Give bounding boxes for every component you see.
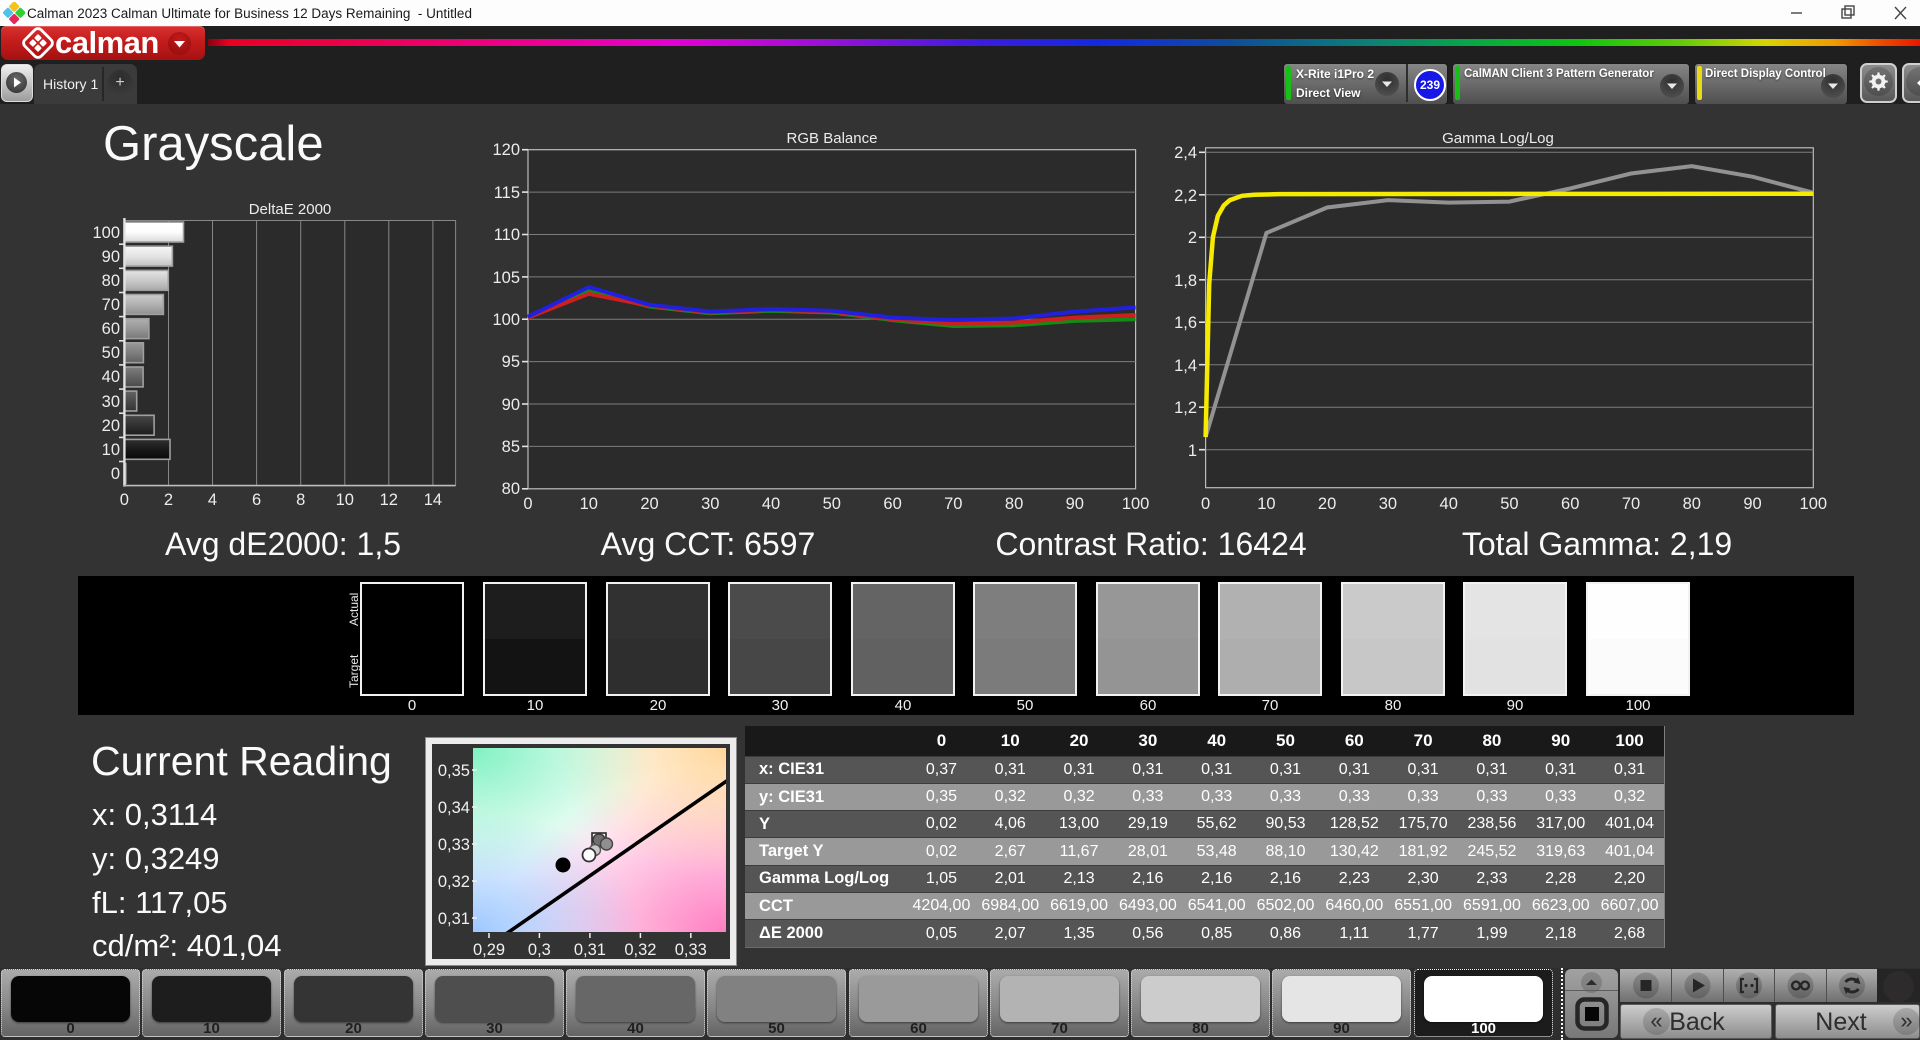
- svg-text:80: 80: [1683, 495, 1701, 513]
- svg-text:10: 10: [1257, 495, 1275, 513]
- svg-text:70: 70: [102, 296, 120, 314]
- svg-text:30: 30: [701, 495, 719, 513]
- svg-text:80: 80: [502, 480, 520, 498]
- svg-text:DeltaE 2000: DeltaE 2000: [249, 201, 332, 218]
- svg-text:40: 40: [102, 368, 120, 386]
- svg-text:0,33: 0,33: [438, 836, 470, 854]
- svg-text:60: 60: [883, 495, 901, 513]
- svg-text:95: 95: [502, 353, 520, 371]
- svg-text:70: 70: [944, 495, 962, 513]
- svg-text:80: 80: [102, 272, 120, 290]
- svg-text:20: 20: [1318, 495, 1336, 513]
- svg-text:90: 90: [1743, 495, 1761, 513]
- svg-text:70: 70: [1622, 495, 1640, 513]
- svg-text:115: 115: [494, 184, 520, 202]
- svg-text:2,4: 2,4: [1174, 144, 1197, 162]
- svg-text:1,6: 1,6: [1174, 314, 1197, 332]
- svg-text:20: 20: [640, 495, 658, 513]
- svg-text:85: 85: [502, 438, 520, 456]
- svg-text:1: 1: [1188, 442, 1197, 460]
- svg-text:RGB Balance: RGB Balance: [787, 130, 878, 147]
- svg-text:10: 10: [580, 495, 598, 513]
- svg-text:80: 80: [1005, 495, 1023, 513]
- svg-text:0,29: 0,29: [473, 941, 505, 959]
- svg-text:50: 50: [102, 344, 120, 362]
- svg-text:0: 0: [1201, 495, 1210, 513]
- svg-text:90: 90: [102, 248, 120, 266]
- svg-text:100: 100: [92, 224, 120, 242]
- svg-text:10: 10: [336, 491, 354, 509]
- svg-text:2,2: 2,2: [1174, 187, 1197, 205]
- svg-text:10: 10: [102, 441, 120, 459]
- svg-text:50: 50: [823, 495, 841, 513]
- svg-text:90: 90: [502, 396, 520, 414]
- svg-text:100: 100: [1122, 495, 1150, 513]
- svg-text:4: 4: [208, 491, 217, 509]
- svg-text:8: 8: [296, 491, 305, 509]
- svg-text:60: 60: [1561, 495, 1579, 513]
- svg-text:0,34: 0,34: [438, 799, 470, 817]
- svg-text:0,32: 0,32: [624, 941, 656, 959]
- svg-text:0: 0: [523, 495, 532, 513]
- svg-text:105: 105: [492, 269, 520, 287]
- svg-text:12: 12: [380, 491, 398, 509]
- svg-text:40: 40: [762, 495, 780, 513]
- svg-text:100: 100: [492, 311, 520, 329]
- svg-text:110: 110: [494, 226, 520, 244]
- svg-text:0,33: 0,33: [675, 941, 707, 959]
- svg-text:Gamma Log/Log: Gamma Log/Log: [1442, 130, 1554, 147]
- svg-text:0,31: 0,31: [438, 910, 470, 928]
- svg-text:0,3: 0,3: [528, 941, 551, 959]
- svg-text:1,4: 1,4: [1174, 357, 1197, 375]
- svg-text:40: 40: [1440, 495, 1458, 513]
- svg-text:6: 6: [252, 491, 261, 509]
- svg-text:50: 50: [1500, 495, 1518, 513]
- svg-text:2: 2: [164, 491, 173, 509]
- svg-text:100: 100: [1800, 495, 1828, 513]
- svg-text:90: 90: [1066, 495, 1084, 513]
- svg-text:0,31: 0,31: [574, 941, 606, 959]
- svg-text:1,2: 1,2: [1174, 399, 1197, 417]
- svg-text:120: 120: [492, 141, 520, 159]
- svg-text:0,35: 0,35: [438, 762, 470, 780]
- svg-text:1,8: 1,8: [1174, 272, 1197, 290]
- svg-text:2: 2: [1188, 229, 1197, 247]
- svg-text:0,32: 0,32: [438, 873, 470, 891]
- svg-text:60: 60: [102, 320, 120, 338]
- svg-text:20: 20: [102, 417, 120, 435]
- svg-text:14: 14: [424, 491, 442, 509]
- svg-text:30: 30: [1379, 495, 1397, 513]
- svg-text:0: 0: [120, 491, 129, 509]
- svg-text:0: 0: [111, 465, 120, 483]
- svg-text:30: 30: [102, 393, 120, 411]
